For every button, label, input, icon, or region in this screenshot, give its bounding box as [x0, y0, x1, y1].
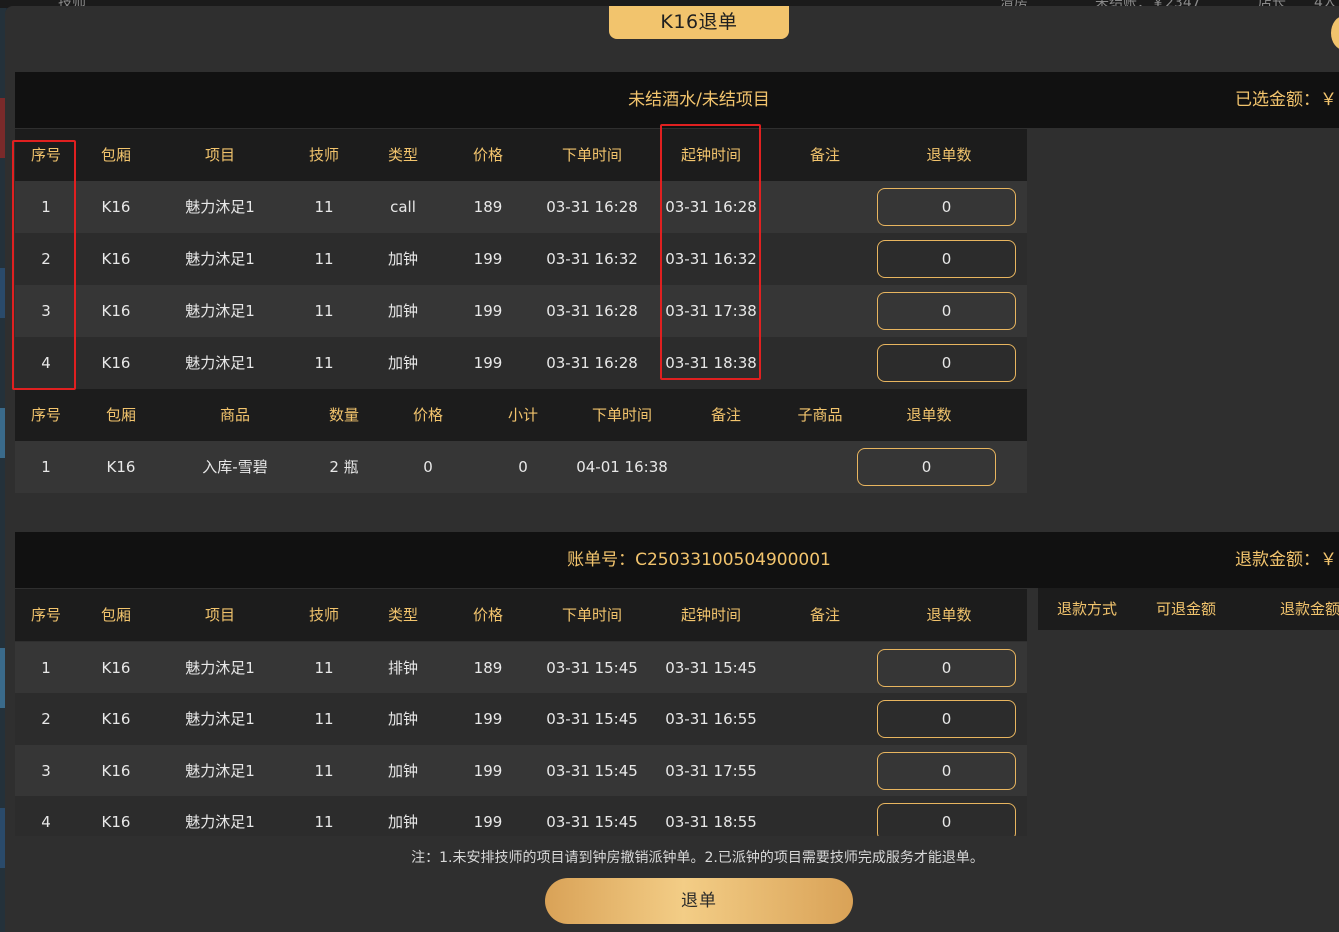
table-row: 1 K16 入库-雪碧 2 瓶 0 0 04-01 16:38 0	[15, 441, 1027, 493]
cell-remark	[765, 233, 885, 285]
refund-qty-input[interactable]: 0	[877, 188, 1016, 226]
cell-item: 魅力沐足1	[185, 354, 255, 372]
cell-price: 189	[473, 198, 503, 216]
cell-item: 魅力沐足1	[185, 762, 255, 780]
cell-order-time: 03-31 15:45	[546, 710, 638, 728]
column-header: 包厢	[105, 406, 136, 424]
cell-item: 魅力沐足1	[185, 813, 255, 831]
cell-item: 魅力沐足1	[185, 659, 255, 677]
refund-method-header: 退款方式 可退金额 退款金额	[1038, 588, 1339, 630]
column-header: 备注	[809, 146, 840, 164]
table-row: 4 K16 魅力沐足1 11 加钟 199 03-31 15:45 03-31 18:55 0	[15, 796, 1027, 836]
cell-remark	[765, 337, 885, 389]
refund-qty-input[interactable]: 0	[877, 292, 1016, 330]
cell-room: K16	[101, 659, 131, 677]
refund-col-method: 退款方式	[1057, 600, 1118, 618]
refund-col-amount: 退款金额	[1280, 600, 1339, 618]
refund-qty-input[interactable]: 0	[877, 649, 1016, 687]
cell-room: K16	[101, 813, 131, 831]
column-header: 下单时间	[591, 406, 652, 424]
column-header: 商品	[219, 406, 250, 424]
highlight-box-index-column	[12, 140, 76, 390]
cell-remark	[765, 642, 885, 694]
refund-qty-input[interactable]: 0	[877, 240, 1016, 278]
bill-number: 账单号：C25033100504900001	[567, 550, 831, 570]
cell-order-time: 03-31 15:45	[546, 659, 638, 677]
column-header: 项目	[204, 146, 235, 164]
cell-remark	[765, 693, 885, 745]
cell-order-time: 03-31 16:28	[546, 354, 638, 372]
refund-amount-label: 退款金额：￥	[1235, 550, 1337, 570]
highlight-box-start-time-column	[660, 124, 761, 380]
cell-order-time: 04-01 16:38	[576, 458, 668, 476]
refund-submit-button[interactable]: 退单	[545, 878, 853, 924]
refund-qty-input[interactable]: 0	[877, 700, 1016, 738]
column-header: 退单数	[906, 406, 952, 424]
refund-qty-input[interactable]: 0	[877, 803, 1016, 836]
bill-items-table: 序号 包厢 项目 技师 类型 价格 下单时间 起钟时间 备注 退单数 1 K16 魅力沐足1 11 排钟 1…	[15, 589, 1027, 836]
column-header: 备注	[809, 606, 840, 624]
cell-remark	[765, 181, 885, 233]
cell-remark	[765, 745, 885, 797]
cell-item: 魅力沐足1	[185, 302, 255, 320]
cell-order-time: 03-31 16:28	[546, 198, 638, 216]
cell-price: 199	[473, 354, 503, 372]
column-header: 退单数	[926, 606, 972, 624]
cell-room: K16	[101, 762, 131, 780]
refund-qty-input[interactable]: 0	[857, 448, 996, 486]
bill-section-header: 账单号：C25033100504900001 退款金额：￥	[15, 532, 1339, 588]
cell-item: 入库-雪碧	[202, 458, 268, 476]
cell-remark	[765, 796, 885, 836]
cell-start-time: 03-31 15:45	[665, 659, 757, 677]
column-header: 起钟时间	[680, 606, 741, 624]
cell-item: 魅力沐足1	[185, 198, 255, 216]
selected-amount-label: 已选金额：￥	[1235, 90, 1337, 110]
modal-title: K16退单	[609, 6, 789, 39]
cell-price: 189	[473, 659, 503, 677]
cell-order-time: 03-31 15:45	[546, 813, 638, 831]
cell-room: K16	[106, 458, 136, 476]
column-header: 子商品	[797, 406, 843, 424]
cell-start-time: 03-31 18:55	[665, 813, 757, 831]
table-row: 2 K16 魅力沐足1 11 加钟 199 03-31 16:32 03-31 16:32 0	[15, 233, 1027, 285]
cell-price: 199	[473, 302, 503, 320]
table-header-row: 序号 包厢 项目 技师 类型 价格 下单时间 起钟时间 备注 退单数	[15, 129, 1027, 181]
table-header-row: 序号 包厢 商品 数量 价格 小计 下单时间 备注 子商品 退单数	[15, 389, 1027, 441]
refund-col-available: 可退金额	[1156, 600, 1217, 618]
table-row: 3 K16 魅力沐足1 11 加钟 199 03-31 16:28 03-31 17:38 0	[15, 285, 1027, 337]
column-header: 包厢	[100, 606, 131, 624]
column-header: 项目	[204, 606, 235, 624]
cell-item: 魅力沐足1	[185, 250, 255, 268]
table-row: 3 K16 魅力沐足1 11 加钟 199 03-31 15:45 03-31 17:55 0	[15, 745, 1027, 797]
cell-order-time: 03-31 15:45	[546, 762, 638, 780]
table-row: 2 K16 魅力沐足1 11 加钟 199 03-31 15:45 03-31 16:55 0	[15, 693, 1027, 745]
unsettled-title: 未结酒水/未结项目	[628, 90, 770, 110]
cell-price: 199	[473, 762, 503, 780]
unsettled-section-header: 未结酒水/未结项目 已选金额：￥	[15, 72, 1339, 128]
cell-start-time: 03-31 17:55	[665, 762, 757, 780]
column-header: 价格	[472, 606, 503, 624]
column-header: 下单时间	[561, 146, 622, 164]
cell-price: 199	[473, 250, 503, 268]
cell-price: 199	[473, 710, 503, 728]
cell-price: 199	[473, 813, 503, 831]
column-header: 退单数	[926, 146, 972, 164]
refund-qty-input[interactable]: 0	[877, 344, 1016, 382]
table-row: 1 K16 魅力沐足1 11 call 189 03-31 16:28 03-31 16:28…	[15, 181, 1027, 233]
cell-item: 魅力沐足1	[185, 710, 255, 728]
column-header: 下单时间	[561, 606, 622, 624]
table-row: 4 K16 魅力沐足1 11 加钟 199 03-31 16:28 03-31 18:38 0	[15, 337, 1027, 389]
table-header-row: 序号 包厢 项目 技师 类型 价格 下单时间 起钟时间 备注 退单数	[15, 589, 1027, 641]
cell-remark	[765, 285, 885, 337]
cell-start-time: 03-31 16:55	[665, 710, 757, 728]
cell-order-time: 03-31 16:28	[546, 302, 638, 320]
column-header: 价格	[472, 146, 503, 164]
table-row: 1 K16 魅力沐足1 11 排钟 189 03-31 15:45 03-31 15:45 0	[15, 642, 1027, 694]
note-text: 注：1.未安排技师的项目请到钟房撤销派钟单。2.已派钟的项目需要技师完成服务才能…	[411, 850, 984, 866]
cell-order-time: 03-31 16:32	[546, 250, 638, 268]
refund-qty-input[interactable]: 0	[877, 752, 1016, 790]
cell-room: K16	[101, 710, 131, 728]
